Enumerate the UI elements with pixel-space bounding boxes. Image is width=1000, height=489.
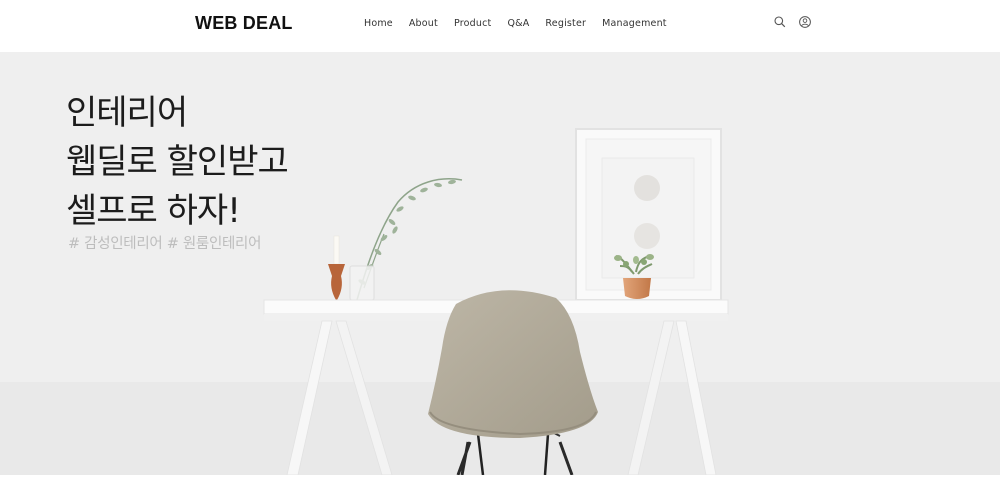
nav-item-register[interactable]: Register [545,18,586,29]
nav-item-about[interactable]: About [409,18,438,29]
site-header: WEB DEAL Home About Product Q&A Register… [0,0,1000,52]
picture-frame [575,128,722,301]
hero-headline: 인테리어 웹딜로 할인받고 셀프로 하자! [66,89,289,236]
user-icon[interactable] [798,14,812,28]
section-divider [0,475,1000,489]
hero-banner: 인테리어 웹딜로 할인받고 셀프로 하자! # 감성인테리어 # 원룸인테리어 [0,52,1000,475]
nav-item-product[interactable]: Product [454,18,491,29]
headline-line: 셀프로 하자! [66,191,241,231]
hero-hashtags: # 감성인테리어 # 원룸인테리어 [68,236,262,252]
main-nav: Home About Product Q&A Register Manageme… [364,18,683,29]
nav-item-qa[interactable]: Q&A [507,18,529,29]
headline-line: 인테리어 [66,93,188,133]
headline-line: 웹딜로 할인받고 [66,142,289,182]
search-icon[interactable] [773,14,787,28]
logo[interactable]: WEB DEAL [195,13,293,34]
nav-item-management[interactable]: Management [602,18,667,29]
nav-item-home[interactable]: Home [364,18,393,29]
